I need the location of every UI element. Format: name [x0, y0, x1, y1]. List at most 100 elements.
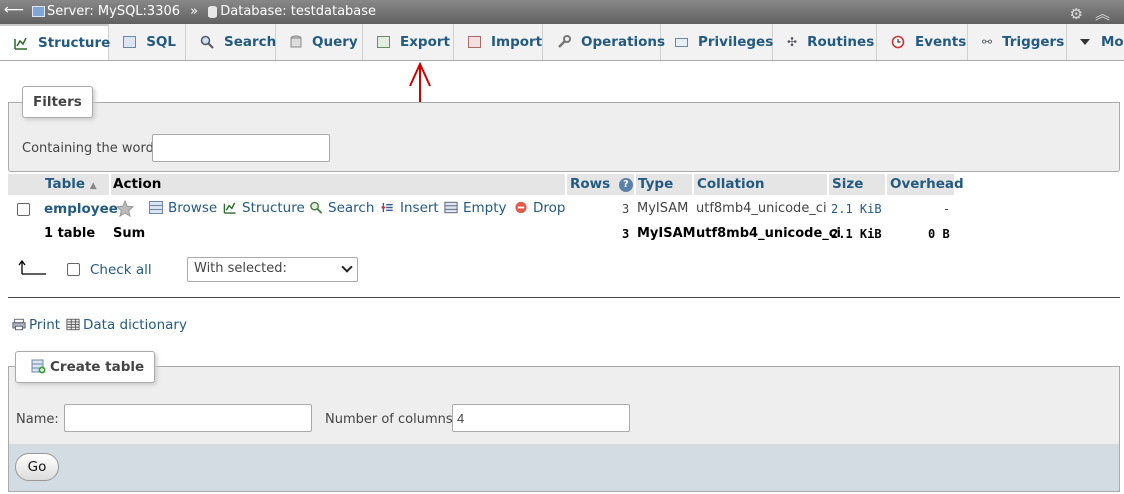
arrow-ltr-icon	[18, 260, 46, 275]
create-table-icon	[31, 359, 46, 374]
filter-input[interactable]	[152, 134, 330, 162]
filters-legend: Filters	[22, 86, 93, 118]
tab-label: Events	[915, 34, 967, 50]
browse-link[interactable]: Browse	[149, 200, 217, 216]
tab-query[interactable]: Query	[276, 24, 363, 60]
insert-link[interactable]: Insert	[381, 200, 439, 216]
tab-label: Import	[491, 34, 543, 50]
routines-icon: ✣	[787, 35, 798, 49]
tab-search[interactable]: Search	[186, 24, 276, 60]
with-selected-select[interactable]: With selected:	[187, 257, 358, 282]
tab-events[interactable]: Events	[877, 24, 968, 60]
tab-import[interactable]: Import	[454, 24, 543, 60]
row-checkbox[interactable]	[17, 203, 30, 216]
header-action: Action	[113, 176, 162, 192]
main-tabs: Structure SQL Search Query Export Import…	[0, 24, 1124, 61]
sum-type: MyISAM	[637, 226, 696, 241]
import-icon	[468, 34, 481, 50]
header-collation[interactable]: Collation	[697, 176, 765, 192]
triggers-icon: ⚯	[982, 35, 993, 49]
table-name-input[interactable]	[64, 404, 312, 432]
header-rows[interactable]: Rows ?	[570, 176, 633, 192]
tab-label: Structure	[38, 35, 111, 51]
browse-icon	[149, 201, 163, 214]
search-icon	[310, 201, 323, 214]
columns-label: Number of columns:	[325, 412, 458, 427]
structure-icon	[223, 202, 236, 214]
sql-icon	[123, 34, 137, 50]
divider	[8, 297, 1120, 298]
header-type[interactable]: Type	[638, 176, 673, 192]
tab-label: SQL	[146, 34, 176, 50]
breadcrumb-bar: ⟵ Server: MySQL:3306 » Database: testdat…	[0, 0, 1124, 24]
drop-icon	[515, 201, 527, 214]
breadcrumb: Server: MySQL:3306 » Database: testdatab…	[32, 4, 376, 19]
chevron-down-icon	[341, 261, 353, 273]
breadcrumb-separator: »	[190, 4, 199, 19]
tab-routines[interactable]: ✣ Routines	[773, 24, 877, 60]
search-icon	[200, 34, 214, 50]
empty-link[interactable]: Empty	[444, 200, 507, 216]
privileges-icon	[675, 34, 688, 50]
tab-label: More	[1101, 34, 1124, 50]
name-label: Name:	[16, 412, 59, 427]
tab-more[interactable]: More	[1067, 24, 1124, 60]
sum-rows: 3	[622, 227, 630, 241]
data-dictionary-link[interactable]: Data dictionary	[66, 317, 187, 333]
table-row: employee Browse Structure Search Insert …	[8, 198, 954, 222]
tab-label: Routines	[807, 34, 875, 50]
tab-operations[interactable]: Operations	[543, 24, 665, 60]
breadcrumb-database[interactable]: Database: testdatabase	[220, 4, 376, 19]
print-link[interactable]: Print	[12, 317, 60, 333]
create-table-legend: Create table	[15, 351, 156, 383]
structure-icon	[14, 35, 28, 51]
row-size[interactable]: 2.1 KiB	[831, 202, 882, 216]
create-table-fieldset: Name: Number of columns:	[8, 366, 1120, 446]
check-all-label[interactable]: Check all	[90, 262, 152, 278]
structure-link[interactable]: Structure	[223, 200, 305, 216]
containing-label: Containing the word:	[22, 141, 159, 156]
sum-label: Sum	[113, 226, 146, 241]
favorite-star-icon[interactable]	[115, 199, 135, 221]
header-table[interactable]: Table ▲	[45, 176, 97, 192]
collapse-icon[interactable]: ︽	[1095, 5, 1110, 23]
breadcrumb-server[interactable]: Server: MySQL:3306	[47, 4, 180, 19]
row-collation: utf8mb4_unicode_ci	[696, 201, 827, 216]
tab-triggers[interactable]: ⚯ Triggers	[968, 24, 1067, 60]
query-icon	[290, 34, 302, 50]
empty-icon	[444, 201, 458, 214]
row-type: MyISAM	[637, 201, 689, 216]
table-header: Table ▲ Action Rows ? Type Collation Siz…	[8, 174, 964, 195]
create-table-footer	[8, 444, 1120, 492]
topbar-icons: ⚙ ︽	[1058, 3, 1110, 24]
tab-label: Query	[312, 34, 358, 50]
go-button[interactable]: Go	[15, 453, 59, 481]
with-selected-value: With selected:	[194, 261, 287, 276]
row-count: 3	[622, 202, 630, 216]
header-overhead[interactable]: Overhead	[890, 176, 964, 192]
table-summary-row: 1 table Sum 3 MyISAM utf8mb4_unicode_ci …	[8, 223, 954, 247]
tab-export[interactable]: Export	[363, 24, 454, 60]
filters-fieldset: Containing the word:	[8, 102, 1120, 172]
tab-structure[interactable]: Structure	[0, 24, 111, 60]
help-icon[interactable]: ?	[618, 178, 633, 192]
data-dictionary-icon	[66, 318, 80, 331]
drop-link[interactable]: Drop	[514, 200, 565, 216]
tab-sql[interactable]: SQL	[109, 24, 186, 60]
clock-icon	[891, 34, 905, 50]
search-link[interactable]: Search	[309, 200, 374, 216]
back-arrow-icon[interactable]: ⟵	[4, 2, 24, 18]
sum-collation: utf8mb4_unicode_ci	[696, 226, 841, 241]
header-size[interactable]: Size	[832, 176, 863, 192]
tab-privileges[interactable]: Privileges	[661, 24, 773, 60]
table-name-link[interactable]: employee	[44, 201, 118, 217]
insert-icon	[381, 202, 393, 213]
export-icon	[377, 34, 390, 50]
gear-icon[interactable]: ⚙	[1070, 5, 1083, 23]
columns-input[interactable]	[452, 404, 630, 432]
database-icon	[208, 5, 218, 18]
check-all-checkbox[interactable]	[67, 263, 80, 276]
row-overhead: -	[943, 202, 951, 216]
wrench-icon	[557, 34, 571, 50]
tab-label: Export	[400, 34, 450, 50]
